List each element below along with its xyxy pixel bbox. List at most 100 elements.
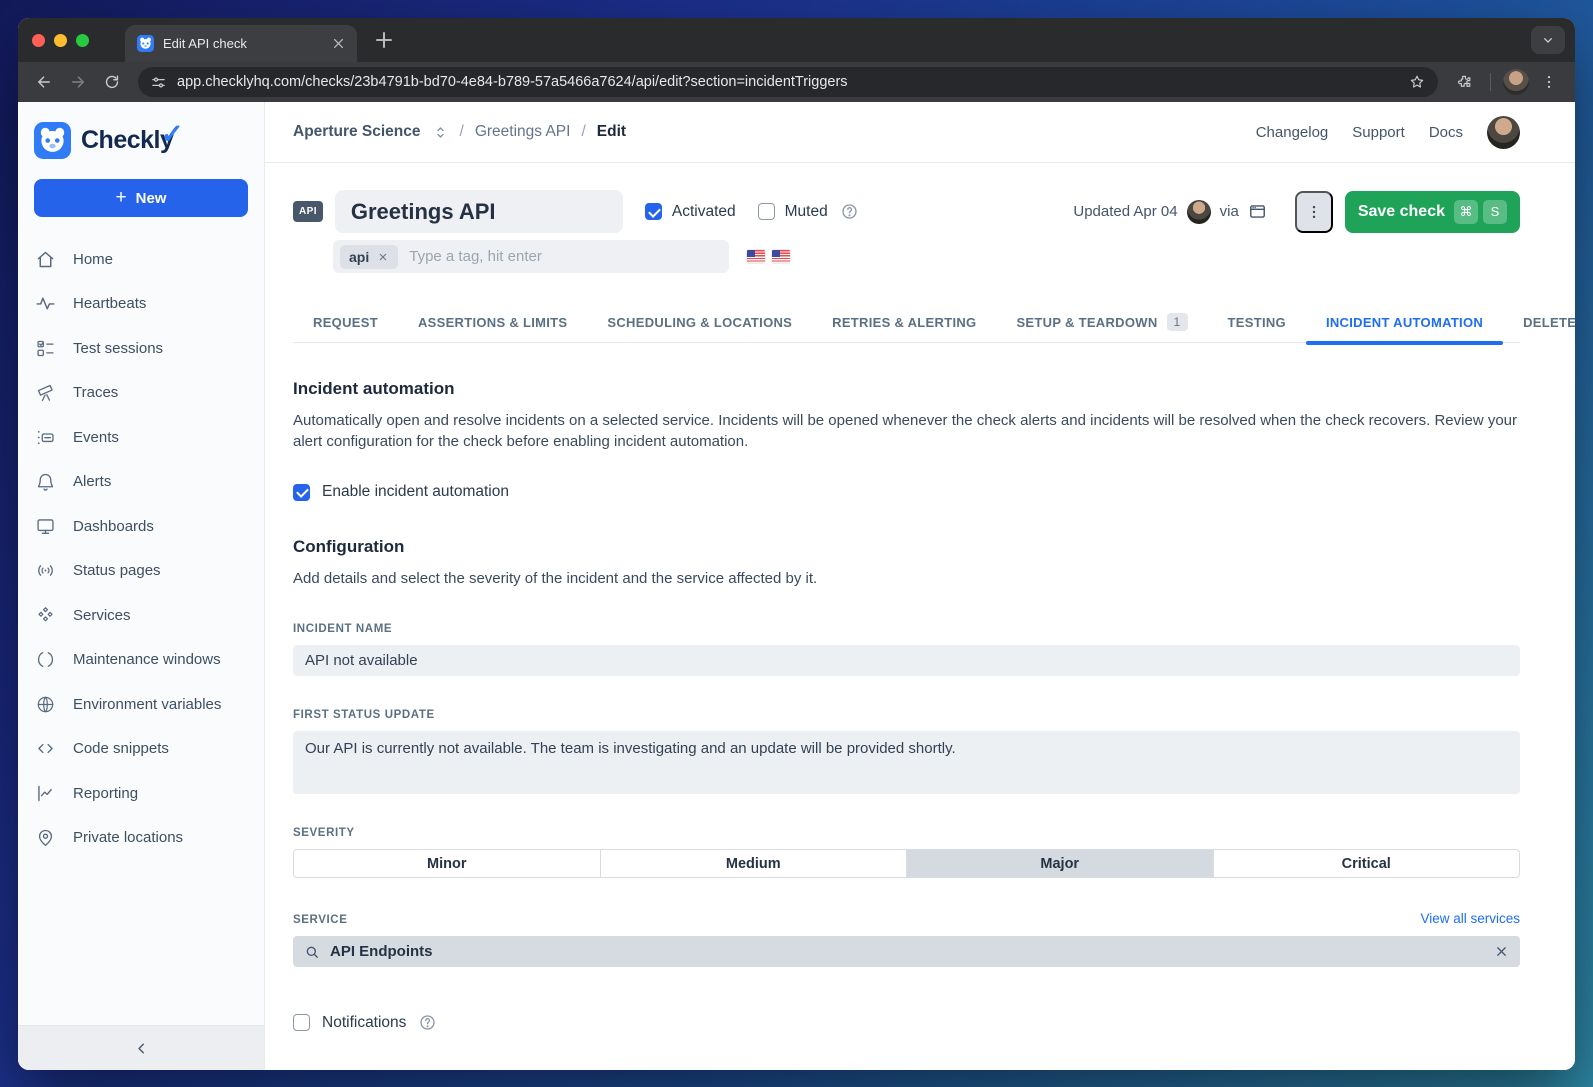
url-text[interactable]: app.checklyhq.com/checks/23b4791b-bd70-4… (177, 74, 1398, 90)
muted-checkbox[interactable] (758, 203, 775, 220)
checkly-logo[interactable]: Checkly✓ (18, 102, 264, 171)
enable-incident-checkbox[interactable] (293, 484, 310, 501)
sidebar-item-status-pages[interactable]: Status pages (18, 549, 264, 594)
header-link-docs[interactable]: Docs (1429, 124, 1463, 141)
incident-name-input[interactable]: API not available (293, 645, 1520, 676)
incident-automation-description: Automatically open and resolve incidents… (293, 411, 1520, 452)
tab-delete[interactable]: DELETE (1503, 302, 1575, 342)
account-switcher-icon[interactable] (432, 124, 449, 141)
muted-toggle[interactable]: Muted (758, 203, 828, 221)
save-check-button[interactable]: Save check ⌘S (1345, 191, 1520, 233)
sidebar-item-label: Events (73, 429, 119, 446)
tab-assertions-limits[interactable]: ASSERTIONS & LIMITS (398, 302, 587, 342)
incident-automation-title: Incident automation (293, 379, 1520, 399)
sidebar-item-dashboards[interactable]: Dashboards (18, 504, 264, 549)
severity-option-critical[interactable]: Critical (1213, 850, 1520, 877)
close-window-button[interactable] (32, 34, 45, 47)
zoom-window-button[interactable] (76, 34, 89, 47)
browser-menu-button[interactable] (1535, 68, 1563, 96)
sidebar-item-label: Services (73, 607, 131, 624)
check-name-input[interactable]: Greetings API (335, 190, 623, 233)
sidebar-item-label: Test sessions (73, 340, 163, 357)
help-icon[interactable] (840, 202, 859, 221)
service-search-input[interactable]: API Endpoints (293, 936, 1520, 967)
browser-tab[interactable]: Edit API check (125, 25, 357, 62)
tab-label: ASSERTIONS & LIMITS (418, 315, 567, 330)
activated-checkbox[interactable] (645, 203, 662, 220)
sidebar-item-environment-variables[interactable]: Environment variables (18, 682, 264, 727)
bell-icon (35, 471, 56, 492)
sidebar-item-services[interactable]: Services (18, 593, 264, 638)
reload-button[interactable] (98, 68, 126, 96)
minimize-window-button[interactable] (54, 34, 67, 47)
user-avatar[interactable] (1487, 116, 1520, 149)
breadcrumb: Aperture Science / Greetings API / Edit (293, 123, 626, 141)
sidebar-item-code-snippets[interactable]: Code snippets (18, 727, 264, 772)
tab-retries-alerting[interactable]: RETRIES & ALERTING (812, 302, 996, 342)
sidebar-item-label: Dashboards (73, 518, 154, 535)
back-arrow-icon (35, 73, 53, 91)
new-tab-button[interactable] (371, 27, 397, 53)
broadcast-icon (35, 560, 56, 581)
sidebar-item-home[interactable]: Home (18, 237, 264, 282)
sidebar-item-traces[interactable]: Traces (18, 371, 264, 416)
sidebar-item-label: Reporting (73, 785, 138, 802)
updated-info: Updated Apr 04 via (1073, 200, 1266, 224)
tab-setup-teardown[interactable]: SETUP & TEARDOWN1 (996, 302, 1207, 342)
browser-profile-avatar[interactable] (1503, 69, 1529, 95)
header-link-support[interactable]: Support (1352, 124, 1405, 141)
severity-option-minor[interactable]: Minor (294, 850, 600, 877)
more-options-button[interactable] (1295, 191, 1333, 233)
notifications-help-icon[interactable] (418, 1013, 437, 1032)
tab-scheduling-locations[interactable]: SCHEDULING & LOCATIONS (587, 302, 812, 342)
events-icon (35, 427, 56, 448)
bookmark-star-icon[interactable] (1408, 73, 1426, 91)
site-info-icon[interactable] (150, 74, 167, 91)
tab-request[interactable]: REQUEST (293, 302, 398, 342)
tag-placeholder: Type a tag, hit enter (409, 248, 542, 265)
sidebar-collapse-button[interactable] (18, 1025, 264, 1070)
forward-button[interactable] (64, 68, 92, 96)
clear-service-icon[interactable] (1494, 944, 1509, 959)
severity-label: SEVERITY (293, 827, 1520, 839)
sidebar-item-test-sessions[interactable]: Test sessions (18, 326, 264, 371)
sidebar-item-label: Environment variables (73, 696, 221, 713)
remove-tag-icon[interactable] (377, 251, 389, 263)
tab-incident-automation[interactable]: INCIDENT AUTOMATION (1306, 302, 1503, 342)
notifications-toggle[interactable]: Notifications (293, 1013, 1520, 1032)
enable-incident-automation[interactable]: Enable incident automation (293, 483, 1520, 501)
header-link-changelog[interactable]: Changelog (1256, 124, 1329, 141)
address-bar[interactable]: app.checklyhq.com/checks/23b4791b-bd70-4… (138, 67, 1438, 97)
back-button[interactable] (30, 68, 58, 96)
view-all-services-link[interactable]: View all services (1420, 911, 1520, 926)
sidebar-item-maintenance-windows[interactable]: Maintenance windows (18, 638, 264, 683)
sidebar-item-heartbeats[interactable]: Heartbeats (18, 282, 264, 327)
us-flag-icon (747, 250, 765, 263)
home-icon (35, 249, 56, 270)
sidebar-item-events[interactable]: Events (18, 415, 264, 460)
service-label: SERVICE (293, 914, 347, 926)
extensions-button[interactable] (1450, 68, 1478, 96)
tab-label: DELETE (1523, 315, 1575, 330)
tag-input[interactable]: api Type a tag, hit enter (333, 240, 729, 273)
breadcrumb-check-link[interactable]: Greetings API (475, 123, 571, 141)
sidebar-item-label: Maintenance windows (73, 651, 221, 668)
severity-option-major[interactable]: Major (906, 850, 1213, 877)
check-editor: API Greetings API Activated Muted (265, 163, 1575, 1070)
sidebar-item-alerts[interactable]: Alerts (18, 460, 264, 505)
toolbar-divider (1490, 73, 1491, 91)
new-check-button[interactable]: + New (34, 179, 248, 217)
tab-testing[interactable]: TESTING (1208, 302, 1306, 342)
tab-search-button[interactable] (1531, 26, 1565, 54)
sidebar-item-label: Alerts (73, 473, 111, 490)
first-status-update-textarea[interactable]: Our API is currently not available. The … (293, 731, 1520, 794)
activated-toggle[interactable]: Activated (645, 203, 736, 221)
sidebar-item-reporting[interactable]: Reporting (18, 771, 264, 816)
account-name[interactable]: Aperture Science (293, 123, 421, 141)
sidebar: Checkly✓ + New HomeHeartbeats Test sessio… (18, 102, 265, 1070)
sidebar-item-private-locations[interactable]: Private locations (18, 816, 264, 861)
severity-option-medium[interactable]: Medium (600, 850, 907, 877)
notifications-checkbox[interactable] (293, 1014, 310, 1031)
desktop-background: Edit API check app.checklyhq.com/chec (0, 0, 1593, 1087)
tab-close-icon[interactable] (330, 35, 347, 52)
